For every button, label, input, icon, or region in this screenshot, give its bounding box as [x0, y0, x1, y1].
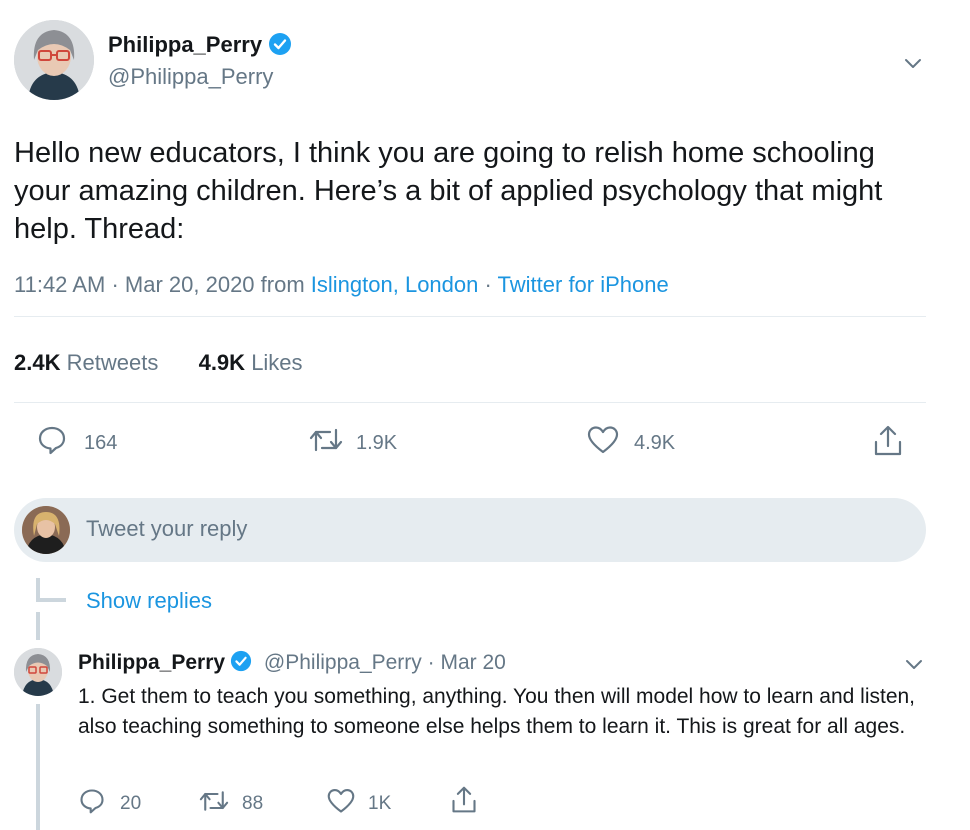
reply-author-handle[interactable]: @Philippa_Perry: [264, 651, 422, 674]
verified-badge-icon: [268, 32, 292, 62]
tweet-text: Hello new educators, I think you are goi…: [14, 137, 883, 245]
meta-separator: ·: [427, 651, 441, 674]
reply-tweet-retweet-button[interactable]: 88: [198, 787, 263, 821]
retweets-count: 2.4K: [14, 350, 61, 375]
reply-date[interactable]: Mar 20: [440, 651, 505, 674]
likes-label: Likes: [251, 350, 303, 375]
author-handle[interactable]: @Philippa_Perry: [108, 64, 273, 90]
reply-tweet-like-button[interactable]: 1K: [326, 787, 391, 821]
heart-icon: [326, 787, 356, 821]
reply-header: Philippa_Perry @Philippa_Perry · Mar 20: [78, 650, 506, 678]
tweet-date[interactable]: Mar 20, 2020: [125, 272, 255, 297]
thread-connector: [36, 704, 40, 830]
reply-tweet-reply-count: 20: [120, 793, 142, 814]
author-name-text[interactable]: Philippa_Perry: [108, 32, 262, 57]
retweets-stat[interactable]: 2.4K Retweets: [14, 350, 158, 375]
reply-count: 164: [84, 431, 118, 454]
share-icon: [872, 424, 904, 464]
location-link[interactable]: Islington, London: [311, 272, 479, 297]
tweet-meta: 11:42 AM · Mar 20, 2020 from Islington, …: [14, 272, 669, 298]
from-label: from: [260, 272, 305, 297]
likes-count: 4.9K: [198, 350, 246, 375]
divider: [14, 402, 926, 403]
heart-icon: [586, 424, 620, 462]
reply-icon: [36, 424, 68, 462]
retweets-label: Retweets: [66, 350, 159, 375]
like-button[interactable]: 4.9K: [586, 424, 675, 462]
reply-button[interactable]: 164: [36, 424, 117, 462]
reply-tweet-retweet-count: 88: [242, 793, 264, 814]
reply-icon: [78, 787, 106, 821]
author-avatar[interactable]: [14, 20, 94, 100]
retweet-icon: [308, 424, 344, 462]
reply-tweet-like-count: 1K: [368, 793, 392, 814]
reply-input[interactable]: Tweet your reply: [86, 516, 247, 542]
reply-author-name[interactable]: Philippa_Perry: [78, 651, 225, 674]
chevron-down-icon[interactable]: [900, 50, 926, 76]
verified-badge-icon: [230, 650, 252, 678]
tweet-time[interactable]: 11:42 AM: [14, 272, 105, 297]
like-count: 4.9K: [634, 431, 676, 454]
reply-tweet-text: 1. Get them to teach you something, anyt…: [78, 685, 916, 738]
author-name[interactable]: Philippa_Perry: [108, 32, 292, 62]
reply-author-avatar[interactable]: [14, 648, 62, 696]
source-link[interactable]: Twitter for iPhone: [498, 272, 669, 297]
chevron-down-icon[interactable]: [902, 652, 926, 676]
user-avatar[interactable]: [22, 506, 70, 554]
share-icon: [450, 785, 478, 821]
divider: [14, 316, 926, 317]
reply-tweet-share-button[interactable]: [450, 785, 478, 821]
engagement-stats: 2.4K Retweets 4.9K Likes: [14, 350, 303, 376]
show-replies-link[interactable]: Show replies: [86, 588, 212, 614]
retweet-count: 1.9K: [356, 431, 398, 454]
meta-separator: ·: [484, 272, 498, 297]
reply-tweet-reply-button[interactable]: 20: [78, 787, 141, 821]
meta-separator: ·: [111, 272, 125, 297]
likes-stat[interactable]: 4.9K Likes: [199, 350, 303, 375]
share-button[interactable]: [872, 424, 904, 464]
retweet-button[interactable]: 1.9K: [308, 424, 397, 462]
thread-connector: [36, 612, 40, 640]
retweet-icon: [198, 787, 230, 821]
thread-connector: [36, 598, 66, 602]
